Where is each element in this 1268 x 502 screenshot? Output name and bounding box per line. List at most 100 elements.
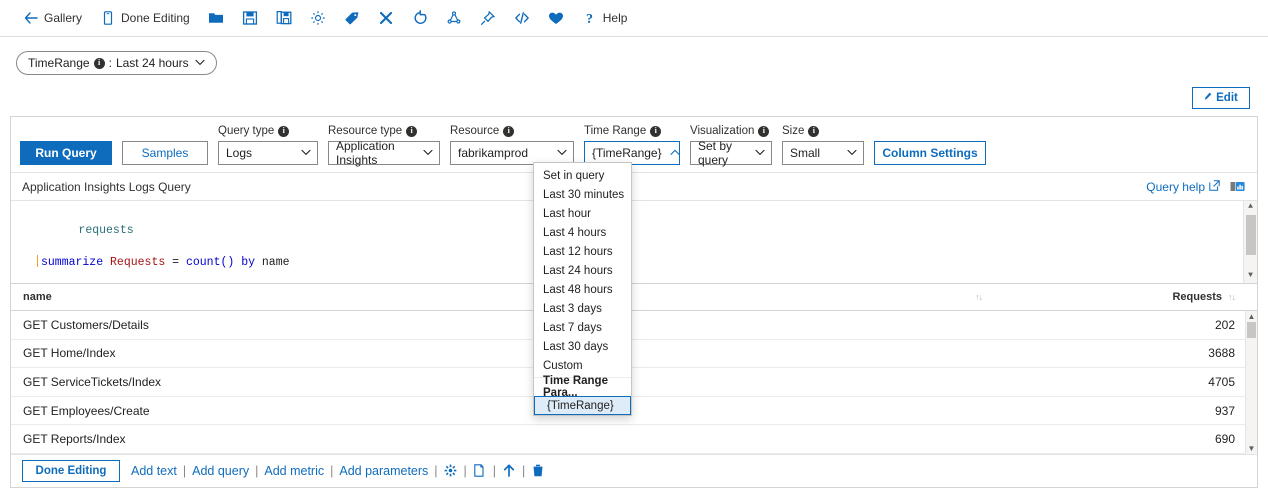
toolbar-code-button[interactable]: [505, 4, 539, 32]
scroll-up-icon[interactable]: ▲: [1248, 201, 1253, 214]
code-line-2: summarize Requests = count() by name: [11, 255, 1257, 271]
timerange-pill-value: Last 24 hours: [115, 56, 189, 70]
heart-icon: [548, 10, 564, 26]
save-as-icon: [276, 10, 292, 26]
scroll-up-icon[interactable]: ▲: [1246, 311, 1257, 322]
query-editor-title: Application Insights Logs Query: [22, 180, 191, 194]
dropdown-option[interactable]: Last 3 days: [534, 299, 631, 318]
dropdown-option[interactable]: Last 48 hours: [534, 280, 631, 299]
dropdown-option[interactable]: Last 24 hours: [534, 261, 631, 280]
add-query-link[interactable]: Add query: [192, 464, 249, 478]
query-type-select[interactable]: Logs: [218, 141, 318, 165]
table-scrollbar[interactable]: ▲ ▼: [1245, 311, 1257, 454]
toolbar-close-button[interactable]: [369, 4, 403, 32]
chart-badge-icon[interactable]: [1230, 179, 1247, 195]
timerange-pill-name: TimeRange: [28, 56, 90, 70]
timerange-pill-separator: :: [108, 56, 112, 70]
samples-button[interactable]: Samples: [122, 141, 208, 165]
dropdown-option[interactable]: Last 30 minutes: [534, 185, 631, 204]
toolbar-open-button[interactable]: [199, 4, 233, 32]
size-select[interactable]: Small: [782, 141, 864, 165]
timerange-parameter-pill[interactable]: TimeRange i : Last 24 hours: [16, 51, 217, 75]
query-help-label: Query help: [1146, 180, 1205, 194]
time-range-dropdown[interactable]: Set in query Last 30 minutes Last hour L…: [533, 162, 632, 416]
toolbar-share-button[interactable]: [437, 4, 471, 32]
copy-icon[interactable]: [473, 464, 487, 478]
delete-icon[interactable]: [531, 464, 545, 478]
toolbar-refresh-button[interactable]: [403, 4, 437, 32]
toolbar-help-button[interactable]: ? Help: [573, 4, 637, 32]
back-arrow-icon: [23, 10, 39, 26]
time-range-field: Time Range i {TimeRange}: [584, 124, 680, 165]
sort-icon[interactable]: ↑↓: [1228, 292, 1236, 302]
separator: |: [434, 463, 438, 478]
sort-icon[interactable]: ↑↓: [975, 292, 983, 302]
toolbar-favorite-button[interactable]: [539, 4, 573, 32]
dropdown-option[interactable]: Last 7 days: [534, 318, 631, 337]
toolbar-save-button[interactable]: [233, 4, 267, 32]
size-value: Small: [790, 146, 821, 160]
kql-query-editor[interactable]: requests summarize Requests = count() by…: [11, 200, 1257, 283]
info-icon: i: [406, 125, 418, 137]
dropdown-option[interactable]: Last 12 hours: [534, 242, 631, 261]
dropdown-option[interactable]: Last 4 hours: [534, 223, 631, 242]
column-header-name[interactable]: name ↑↓: [11, 291, 983, 303]
table-row[interactable]: GET Employees/Create 937: [11, 397, 1257, 426]
add-parameters-link[interactable]: Add parameters: [339, 464, 428, 478]
code-token-summarize: summarize: [41, 256, 104, 269]
cell-requests: 690: [1214, 432, 1235, 447]
cell-name: GET Employees/Create: [23, 403, 150, 418]
resource-type-select[interactable]: Application Insights: [328, 139, 440, 167]
save-icon: [242, 10, 258, 26]
toolbar-save-as-button[interactable]: [267, 4, 301, 32]
visualization-field: Visualization i Set by query: [690, 124, 772, 167]
toolbar-pin-button[interactable]: [471, 4, 505, 32]
code-line-1: requests: [11, 201, 1257, 255]
dropdown-option[interactable]: Last 30 days: [534, 337, 631, 356]
toolbar-settings-button[interactable]: [301, 4, 335, 32]
resource-type-value: Application Insights: [336, 139, 395, 167]
done-editing-button[interactable]: Done Editing: [22, 459, 120, 482]
toolbar-gallery-button[interactable]: Gallery: [14, 4, 91, 32]
close-icon: [378, 10, 394, 26]
code-token-name: name: [261, 256, 290, 269]
table-scrollbar-thumb[interactable]: [1247, 322, 1256, 338]
add-text-link[interactable]: Add text: [131, 464, 177, 478]
table-row[interactable]: GET Reports/Index 690: [11, 425, 1257, 454]
dropdown-option[interactable]: Custom: [534, 356, 631, 375]
query-editor-header: Application Insights Logs Query Query he…: [11, 173, 1257, 200]
table-row[interactable]: GET ServiceTickets/Index 4705: [11, 368, 1257, 397]
dropdown-option[interactable]: Last hour: [534, 204, 631, 223]
visualization-label: Visualization i: [690, 124, 772, 138]
scroll-down-icon[interactable]: ▼: [1246, 443, 1257, 454]
separator: |: [463, 463, 467, 478]
table-row[interactable]: GET Home/Index 3688: [11, 340, 1257, 369]
move-up-icon[interactable]: [502, 464, 516, 478]
toolbar-help-label: Help: [602, 11, 628, 25]
add-metric-link[interactable]: Add metric: [264, 464, 324, 478]
editor-scrollbar-thumb[interactable]: [1246, 215, 1256, 255]
footer-links: Add text | Add query | Add metric | Add …: [131, 464, 545, 478]
scroll-down-icon[interactable]: ▼: [1248, 270, 1253, 283]
toolbar-tag-button[interactable]: [335, 4, 369, 32]
column-settings-button[interactable]: Column Settings: [874, 141, 986, 165]
chevron-down-icon: [557, 148, 567, 159]
edit-button[interactable]: Edit: [1192, 87, 1250, 109]
gear-icon[interactable]: [444, 464, 458, 478]
column-header-requests[interactable]: Requests ↑↓: [982, 291, 1257, 303]
query-help-link[interactable]: Query help: [1146, 180, 1220, 194]
chevron-up-icon: [670, 148, 680, 159]
size-label: Size i: [782, 124, 864, 138]
separator: |: [255, 463, 259, 478]
open-folder-icon: [208, 10, 224, 26]
resource-type-field: Resource type i Application Insights: [328, 124, 440, 167]
dropdown-option[interactable]: Set in query: [534, 166, 631, 185]
run-query-button[interactable]: Run Query: [20, 141, 112, 165]
visualization-select[interactable]: Set by query: [690, 139, 772, 167]
size-field: Size i Small: [782, 124, 864, 165]
info-icon: i: [503, 125, 515, 137]
editor-scrollbar[interactable]: ▲ ▼: [1243, 201, 1257, 283]
table-row[interactable]: GET Customers/Details 202: [11, 311, 1257, 340]
toolbar-done-editing-button[interactable]: Done Editing: [91, 4, 199, 32]
dropdown-group-header: Time Range Para...: [534, 375, 631, 399]
